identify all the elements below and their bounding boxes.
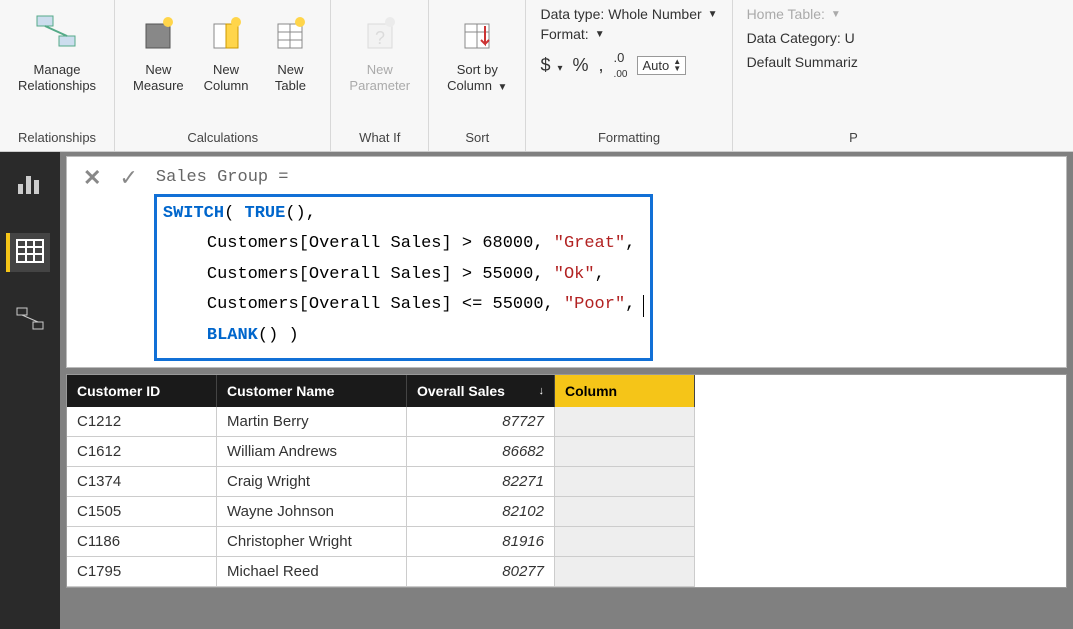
comma-button[interactable]: , [599,55,604,76]
header-customer-name[interactable]: Customer Name [217,375,407,407]
group-relationships: Manage Relationships Relationships [0,0,115,151]
cell-name: Craig Wright [217,467,407,497]
cell-id: C1795 [67,557,217,587]
new-parameter-button: ? New Parameter [341,4,418,97]
ribbon: Manage Relationships Relationships New M… [0,0,1073,152]
measure-icon [138,8,178,60]
table-row[interactable]: C1374Craig Wright82271 [67,467,1066,497]
cell-column [555,407,695,437]
cell-name: William Andrews [217,437,407,467]
default-summarization-dropdown[interactable]: Default Summariz [747,54,858,70]
header-overall-sales[interactable]: Overall Sales↓ [407,375,555,407]
group-calculations-label: Calculations [125,128,320,149]
cell-name: Michael Reed [217,557,407,587]
data-view-icon[interactable] [6,233,50,272]
format-dropdown[interactable]: Format: ▼ [540,26,717,42]
group-sort: Sort by Column ▼ Sort [429,0,526,151]
chevron-down-icon: ▼ [498,82,508,93]
table-icon [270,8,310,60]
svg-text:?: ? [375,28,385,48]
cell-sales: 81916 [407,527,555,557]
table-row[interactable]: C1612William Andrews86682 [67,437,1066,467]
group-formatting-label: Formatting [540,128,717,149]
decimal-places-spinner[interactable]: Auto ▲▼ [637,56,686,75]
grid-header-row: Customer ID Customer Name Overall Sales↓… [67,375,1066,407]
cell-column [555,497,695,527]
data-type-dropdown[interactable]: Data type: Whole Number ▼ [540,6,717,22]
table-row[interactable]: C1795Michael Reed80277 [67,557,1066,587]
table-row[interactable]: C1505Wayne Johnson82102 [67,497,1066,527]
cell-id: C1505 [67,497,217,527]
home-table-dropdown[interactable]: Home Table:▼ [747,6,858,22]
table-row[interactable]: C1212Martin Berry87727 [67,407,1066,437]
header-column[interactable]: Column [555,375,695,407]
cell-name: Christopher Wright [217,527,407,557]
sort-icon [457,8,497,60]
cancel-formula-button[interactable]: ✕ [83,165,101,191]
cell-column [555,467,695,497]
group-formatting: Data type: Whole Number ▼ Format: ▼ $ ▾ … [526,0,732,151]
formula-highlight: SWITCH( TRUE(), Customers[Overall Sales]… [154,194,654,361]
chevron-down-icon: ▼ [708,9,718,20]
group-relationships-label: Relationships [10,128,104,149]
cell-column [555,557,695,587]
column-icon [206,8,246,60]
cell-id: C1212 [67,407,217,437]
report-view-icon[interactable] [16,170,44,199]
group-sort-label: Sort [439,128,515,149]
group-calculations: New Measure New Column New Table Calcula… [115,0,331,151]
relationships-icon [33,8,81,60]
new-table-button[interactable]: New Table [260,4,320,97]
cell-sales: 82271 [407,467,555,497]
cell-sales: 80277 [407,557,555,587]
manage-relationships-button[interactable]: Manage Relationships [10,4,104,97]
cell-name: Martin Berry [217,407,407,437]
view-rail [0,152,60,629]
decimals-button[interactable]: .0.00 [614,50,628,80]
model-view-icon[interactable] [15,306,45,335]
sort-desc-icon: ↓ [539,385,545,397]
cell-sales: 87727 [407,407,555,437]
parameter-icon: ? [360,8,400,60]
data-grid: Customer ID Customer Name Overall Sales↓… [66,374,1067,588]
cell-id: C1612 [67,437,217,467]
cell-name: Wayne Johnson [217,497,407,527]
new-column-button[interactable]: New Column [196,4,257,97]
cell-id: C1186 [67,527,217,557]
header-customer-id[interactable]: Customer ID [67,375,217,407]
cell-column [555,437,695,467]
currency-button[interactable]: $ ▾ [540,55,562,76]
formula-line-1: Sales Group = [154,163,1060,194]
percent-button[interactable]: % [573,55,589,76]
formula-bar: ✕ ✓ Sales Group = SWITCH( TRUE(), Custom… [66,156,1067,368]
group-properties-label: P [747,128,858,149]
spinner-arrows: ▲▼ [673,58,681,72]
text-cursor [643,295,644,317]
chevron-down-icon: ▼ [595,29,605,40]
cell-sales: 82102 [407,497,555,527]
data-category-dropdown[interactable]: Data Category: U [747,30,858,46]
chevron-down-icon: ▾ [557,63,562,74]
group-whatif-label: What If [341,128,418,149]
cell-id: C1374 [67,467,217,497]
manage-relationships-label: Manage Relationships [18,62,96,93]
formula-editor[interactable]: Sales Group = SWITCH( TRUE(), Customers[… [154,159,1066,365]
sort-by-column-button[interactable]: Sort by Column ▼ [439,4,515,98]
commit-formula-button[interactable]: ✓ [119,165,137,191]
cell-sales: 86682 [407,437,555,467]
cell-column [555,527,695,557]
table-row[interactable]: C1186Christopher Wright81916 [67,527,1066,557]
group-whatif: ? New Parameter What If [331,0,429,151]
group-properties: Home Table:▼ Data Category: U Default Su… [733,0,858,151]
new-measure-button[interactable]: New Measure [125,4,192,97]
